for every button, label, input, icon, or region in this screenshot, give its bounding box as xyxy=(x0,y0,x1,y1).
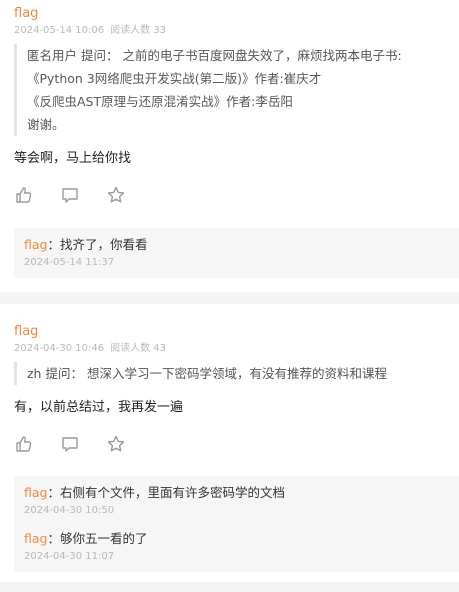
comment-item: flag：右侧有个文件，里面有许多密码学的文档 2024-04-30 10:50 xyxy=(24,484,459,518)
comment-item: flag：找齐了，你看看 2024-05-14 11:37 xyxy=(24,236,459,270)
thanks-line: 谢谢。 xyxy=(27,117,65,132)
book-info: 作者:崔庆才 xyxy=(254,71,322,86)
comment-button[interactable] xyxy=(60,433,106,455)
question-line: zh 提问： 想深入学习一下密码学领域，有没有推荐的资料和课程 xyxy=(27,362,449,385)
action-bar xyxy=(14,433,459,455)
comment-list: flag：右侧有个文件，里面有许多密码学的文档 2024-04-30 10:50… xyxy=(14,476,459,572)
asker-name: zh xyxy=(27,366,42,381)
comment-list: flag：找齐了，你看看 2024-05-14 11:37 xyxy=(14,228,459,278)
book-line: 《Python 3网络爬虫开发实战(第二版)》作者:崔庆才 xyxy=(27,67,449,90)
star-icon xyxy=(107,186,125,203)
like-button[interactable] xyxy=(14,433,60,455)
comment-button[interactable] xyxy=(60,184,106,206)
book-title: 《反爬虫AST原理与还原混淆实战》 xyxy=(27,94,227,109)
question-text: 之前的电子书百度网盘失效了，麻烦找两本电子书: xyxy=(122,48,402,63)
comment-text: 右侧有个文件，里面有许多密码学的文档 xyxy=(59,485,285,500)
comment-icon xyxy=(62,437,78,452)
book-line: 《反爬虫AST原理与还原混淆实战》作者:李岳阳 xyxy=(27,90,449,113)
book-title: 《Python 3网络爬虫开发实战(第二版)》 xyxy=(27,71,255,86)
comment-time: 2024-05-14 11:37 xyxy=(24,257,115,268)
read-count: 阅读人数 43 xyxy=(110,343,167,354)
comment-line: flag：够你五一看的了 xyxy=(24,530,459,548)
answer-text: 有，以前总结过，我再发一遍 xyxy=(14,400,184,415)
comment-icon xyxy=(62,188,78,203)
comment-separator: ： xyxy=(47,531,60,546)
comment-text: 找齐了，你看看 xyxy=(59,237,148,252)
like-button[interactable] xyxy=(14,184,60,206)
question-prefix: 提问： xyxy=(81,48,119,63)
comment-item: flag：够你五一看的了 2024-04-30 11:07 xyxy=(24,530,459,564)
comment-author[interactable]: flag xyxy=(24,531,47,546)
favorite-button[interactable] xyxy=(106,433,152,455)
comment-time: 2024-04-30 11:07 xyxy=(24,551,115,562)
thumbs-up-icon xyxy=(16,436,32,452)
post-meta: 2024-05-14 10:06 阅读人数 33 xyxy=(14,24,459,38)
question-quote: zh 提问： 想深入学习一下密码学领域，有没有推荐的资料和课程 xyxy=(14,362,449,385)
post-date: 2024-05-14 10:06 xyxy=(14,25,105,36)
question-quote: 匿名用户 提问： 之前的电子书百度网盘失效了，麻烦找两本电子书: 《Python… xyxy=(14,44,449,136)
post-author[interactable]: flag xyxy=(14,6,459,22)
comment-text: 够你五一看的了 xyxy=(59,531,148,546)
comment-line: flag：找齐了，你看看 xyxy=(24,236,459,254)
book-info: 作者:李岳阳 xyxy=(226,94,293,109)
post-author[interactable]: flag xyxy=(14,324,459,340)
comment-author[interactable]: flag xyxy=(24,237,47,252)
thumbs-up-icon xyxy=(16,187,32,203)
comment-separator: ： xyxy=(47,485,60,500)
star-icon xyxy=(107,435,125,452)
post-date: 2024-04-30 10:46 xyxy=(14,343,105,354)
answer-text: 等会啊，马上给你找 xyxy=(14,151,132,166)
comment-line: flag：右侧有个文件，里面有许多密码学的文档 xyxy=(24,484,459,502)
post-card: flag 2024-05-14 10:06 阅读人数 33 匿名用户 提问： 之前… xyxy=(0,0,459,292)
read-count: 阅读人数 33 xyxy=(110,25,167,36)
comment-separator: ： xyxy=(47,237,60,252)
post-meta: 2024-04-30 10:46 阅读人数 43 xyxy=(14,342,459,356)
question-text: 想深入学习一下密码学领域，有没有推荐的资料和课程 xyxy=(86,366,387,381)
question-prefix: 提问： xyxy=(45,366,83,381)
action-bar xyxy=(14,184,459,206)
comment-author[interactable]: flag xyxy=(24,485,47,500)
comment-time: 2024-04-30 10:50 xyxy=(24,505,115,516)
post-card: flag 2024-04-30 10:46 阅读人数 43 zh 提问： 想深入学… xyxy=(0,304,459,582)
favorite-button[interactable] xyxy=(106,184,152,206)
question-line: 匿名用户 提问： 之前的电子书百度网盘失效了，麻烦找两本电子书: xyxy=(27,44,449,67)
asker-name: 匿名用户 xyxy=(27,48,78,63)
